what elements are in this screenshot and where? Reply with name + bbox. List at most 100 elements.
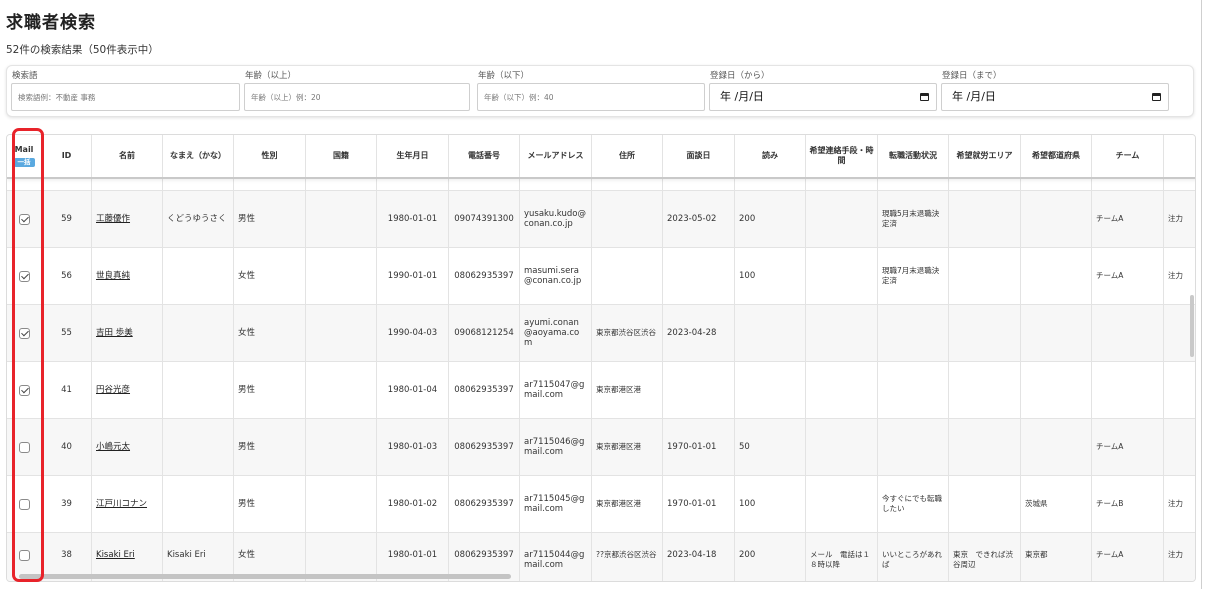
cell-gender: 男性	[234, 362, 306, 418]
cell-team: チームB	[1092, 476, 1164, 532]
column-header-team[interactable]: チーム	[1092, 135, 1164, 177]
cell-extra: 注力	[1164, 476, 1195, 532]
column-header-reading[interactable]: 読み	[735, 135, 806, 177]
mail-checkbox[interactable]	[18, 441, 30, 453]
keyword-filter: 検索語	[11, 70, 240, 111]
table-row[interactable]: 40 小嶋元太 男性 1980-01-03 08062935397 ar7115…	[7, 419, 1195, 476]
cell-reading: 100	[735, 476, 806, 532]
table-row[interactable]: 59 工藤優作 くどうゆうさく 男性 1980-01-01 0907439130…	[7, 191, 1195, 248]
cell-email: ar7115046@gmail.com	[520, 419, 592, 475]
cell-contact-preference	[806, 476, 878, 532]
cell-nationality	[306, 362, 377, 418]
column-header-email[interactable]: メールアドレス	[520, 135, 592, 177]
cell-contact-preference: メール 電話は１８時以降	[806, 533, 878, 581]
table-row[interactable]: 56 世良真純 女性 1990-01-01 08062935397 masumi…	[7, 248, 1195, 305]
age-max-filter: 年齢（以下）	[477, 70, 705, 111]
date-from-value: 年 /月/日	[720, 90, 764, 103]
column-header-work-area[interactable]: 希望就労エリア	[949, 135, 1021, 177]
cell-phone: 08062935397	[449, 362, 520, 418]
column-header-gender[interactable]: 性別	[234, 135, 306, 177]
column-header-extra[interactable]	[1164, 135, 1195, 177]
cell-id: 39	[42, 476, 92, 532]
column-header-nationality[interactable]: 国籍	[306, 135, 377, 177]
cell-id: 41	[42, 362, 92, 418]
cell-name-link[interactable]: 江戸川コナン	[92, 476, 163, 532]
cell-team: チームA	[1092, 419, 1164, 475]
cell-address	[592, 191, 663, 247]
age-max-label: 年齢（以下）	[478, 71, 530, 81]
calendar-icon[interactable]	[920, 93, 929, 101]
mail-checkbox[interactable]	[18, 550, 30, 561]
column-header-job-status[interactable]: 転職活動状況	[878, 135, 949, 177]
calendar-icon[interactable]	[1152, 93, 1161, 101]
cell-reading: 200	[735, 533, 806, 581]
column-header-birthdate[interactable]: 生年月日	[377, 135, 449, 177]
column-header-id[interactable]: ID	[42, 135, 92, 177]
age-max-input[interactable]	[477, 83, 705, 111]
column-header-address[interactable]: 住所	[592, 135, 663, 177]
cell-name-link[interactable]: 世良真純	[92, 248, 163, 304]
cell-phone: 08062935397	[449, 248, 520, 304]
cell-phone: 09074391300	[449, 191, 520, 247]
cell-job-status: 現職5月末退職決定済	[878, 191, 949, 247]
bulk-mail-badge[interactable]: 一括	[13, 158, 35, 167]
cell-name-link[interactable]: 小嶋元太	[92, 419, 163, 475]
cell-work-area	[949, 476, 1021, 532]
cell-birthdate: 1980-01-02	[377, 476, 449, 532]
cell-interview-date: 2023-04-18	[663, 533, 735, 581]
mail-checkbox[interactable]	[18, 384, 30, 396]
table-row[interactable]: 39 江戸川コナン 男性 1980-01-02 08062935397 ar71…	[7, 476, 1195, 533]
cell-name-link[interactable]: 円谷光彦	[92, 362, 163, 418]
cell-nationality	[306, 419, 377, 475]
date-from-label: 登録日（から）	[710, 71, 770, 81]
table-row[interactable]: 41 円谷光彦 男性 1980-01-04 08062935397 ar7115…	[7, 362, 1195, 419]
cell-address: 東京都港区港	[592, 362, 663, 418]
cell-reading: 200	[735, 191, 806, 247]
cell-birthdate: 1980-01-03	[377, 419, 449, 475]
column-header-phone[interactable]: 電話番号	[449, 135, 520, 177]
date-to-input[interactable]: 年 /月/日	[941, 83, 1169, 111]
cell-team: チームA	[1092, 191, 1164, 247]
cell-extra: 注力	[1164, 533, 1195, 581]
cell-prefecture: 東京都	[1021, 533, 1092, 581]
cell-email: masumi.sera@conan.co.jp	[520, 248, 592, 304]
mail-checkbox[interactable]	[18, 213, 30, 225]
cell-name-link[interactable]: 吉田 歩美	[92, 305, 163, 361]
window-edge	[1201, 0, 1202, 589]
vertical-scrollbar[interactable]	[1190, 295, 1194, 357]
mail-checkbox[interactable]	[18, 270, 30, 282]
cell-gender: 男性	[234, 191, 306, 247]
cell-address: 東京都港区港	[592, 476, 663, 532]
column-header-kana[interactable]: なまえ（かな）	[163, 135, 234, 177]
cell-job-status: 今すぐにでも転職したい	[878, 476, 949, 532]
mail-checkbox[interactable]	[18, 498, 30, 510]
cell-prefecture	[1021, 362, 1092, 418]
mail-checkbox[interactable]	[18, 327, 30, 339]
results-table: Mail 一括 ID 名前 なまえ（かな） 性別 国籍 生年月日 電話番号 メー…	[6, 134, 1196, 582]
cell-contact-preference	[806, 248, 878, 304]
cell-gender: 女性	[234, 248, 306, 304]
cell-contact-preference	[806, 191, 878, 247]
column-header-contact-preference[interactable]: 希望連絡手段・時間	[806, 135, 878, 177]
column-header-mail[interactable]: Mail 一括	[7, 135, 42, 177]
column-header-prefecture[interactable]: 希望都道府県	[1021, 135, 1092, 177]
age-min-input[interactable]	[244, 83, 470, 111]
horizontal-scrollbar[interactable]	[19, 574, 511, 579]
cell-contact-preference	[806, 305, 878, 361]
cell-interview-date	[663, 362, 735, 418]
column-header-interview-date[interactable]: 面談日	[663, 135, 735, 177]
cell-prefecture	[1021, 305, 1092, 361]
cell-job-status: 現職7月末退職決定済	[878, 248, 949, 304]
cell-phone: 08062935397	[449, 419, 520, 475]
column-header-name[interactable]: 名前	[92, 135, 163, 177]
date-from-input[interactable]: 年 /月/日	[709, 83, 937, 111]
cell-email: ar7115044@gmail.com	[520, 533, 592, 581]
table-row[interactable]: 55 吉田 歩美 女性 1990-04-03 09068121254 ayumi…	[7, 305, 1195, 362]
keyword-input[interactable]	[11, 83, 240, 111]
cell-extra	[1164, 362, 1195, 418]
cell-name-link[interactable]: 工藤優作	[92, 191, 163, 247]
cell-address: ??京都渋谷区渋谷	[592, 533, 663, 581]
cell-address	[592, 248, 663, 304]
date-from-filter: 登録日（から） 年 /月/日	[709, 70, 937, 111]
cell-birthdate: 1990-01-01	[377, 248, 449, 304]
